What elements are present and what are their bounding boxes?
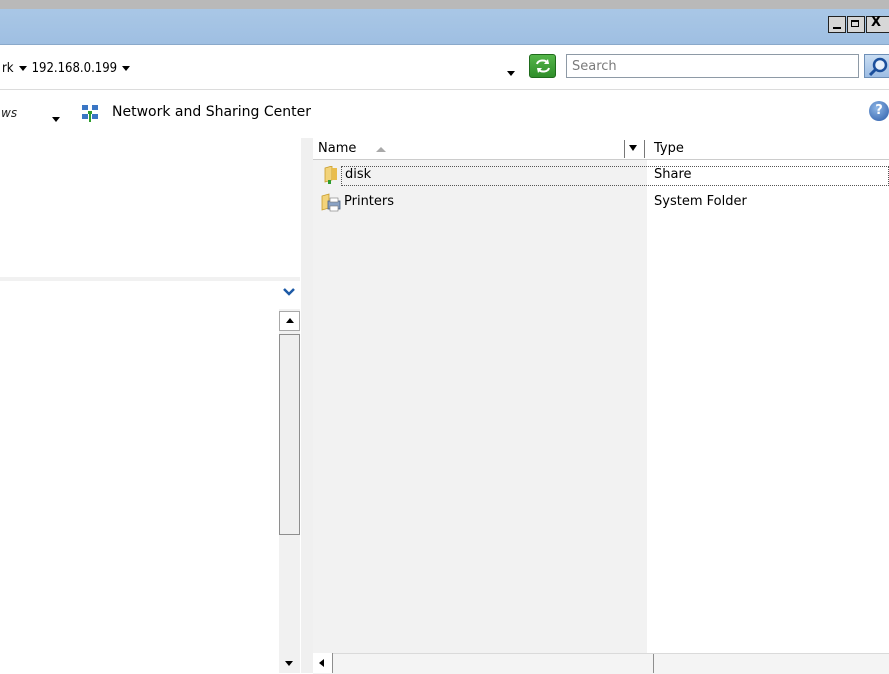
close-button[interactable]: X <box>866 15 889 33</box>
network-center-icon[interactable] <box>80 103 100 123</box>
refresh-icon <box>536 59 550 73</box>
list-item-name[interactable]: disk <box>345 167 371 182</box>
breadcrumb-network[interactable]: rk <box>2 61 14 76</box>
navigation-pane[interactable] <box>0 138 301 673</box>
breadcrumb-host-dropdown-icon[interactable] <box>122 66 131 71</box>
scroll-thumb[interactable] <box>279 334 300 535</box>
scroll-left-button[interactable] <box>313 653 333 673</box>
title-bar[interactable] <box>0 9 889 45</box>
address-history-dropdown[interactable] <box>507 66 515 81</box>
search-field[interactable] <box>566 54 859 78</box>
column-header-type[interactable]: Type <box>654 141 684 156</box>
network-and-sharing-center-link[interactable]: Network and Sharing Center <box>112 104 311 120</box>
column-header-row <box>313 138 889 160</box>
breadcrumb[interactable]: rk 192.168.0.199 <box>2 61 135 76</box>
column-filter-dropdown-icon[interactable] <box>629 145 637 151</box>
arrow-down-icon <box>285 661 293 666</box>
minimize-button[interactable] <box>828 16 846 33</box>
refresh-button[interactable] <box>529 54 556 78</box>
scroll-down-button[interactable] <box>279 653 300 673</box>
share-folder-icon[interactable] <box>323 165 339 184</box>
search-button[interactable] <box>864 54 889 78</box>
list-item-type: Share <box>654 167 692 182</box>
horizontal-scroll-thumb[interactable] <box>334 654 654 673</box>
views-button[interactable]: ws <box>1 106 17 120</box>
column-header-name[interactable]: Name <box>318 141 356 156</box>
arrow-up-icon <box>286 318 294 323</box>
chevron-down-icon <box>52 117 60 122</box>
breadcrumb-host[interactable]: 192.168.0.199 <box>32 61 118 76</box>
help-icon[interactable]: ? <box>869 101 889 121</box>
column-separator[interactable] <box>624 140 625 158</box>
breadcrumb-separator-icon[interactable] <box>18 66 27 71</box>
column-separator[interactable] <box>644 140 645 158</box>
chevron-down-icon <box>507 71 515 76</box>
maximize-button[interactable] <box>847 16 865 33</box>
arrow-left-icon <box>319 659 324 667</box>
header-divider <box>313 159 889 160</box>
pane-splitter[interactable] <box>301 138 313 673</box>
printers-icon[interactable] <box>320 193 342 213</box>
search-icon <box>868 57 888 77</box>
list-item-type: System Folder <box>654 194 747 209</box>
search-input[interactable] <box>572 56 852 76</box>
name-column-highlight <box>313 160 647 653</box>
list-item-name[interactable]: Printers <box>344 194 394 209</box>
chevron-down-icon[interactable] <box>282 286 296 296</box>
scroll-up-button[interactable] <box>279 311 300 331</box>
views-dropdown[interactable] <box>52 112 60 127</box>
window-top-edge <box>0 0 889 9</box>
table-row[interactable] <box>341 166 889 186</box>
nav-pane-divider <box>0 277 300 281</box>
sort-ascending-icon <box>376 147 386 152</box>
close-icon: X <box>871 15 882 30</box>
